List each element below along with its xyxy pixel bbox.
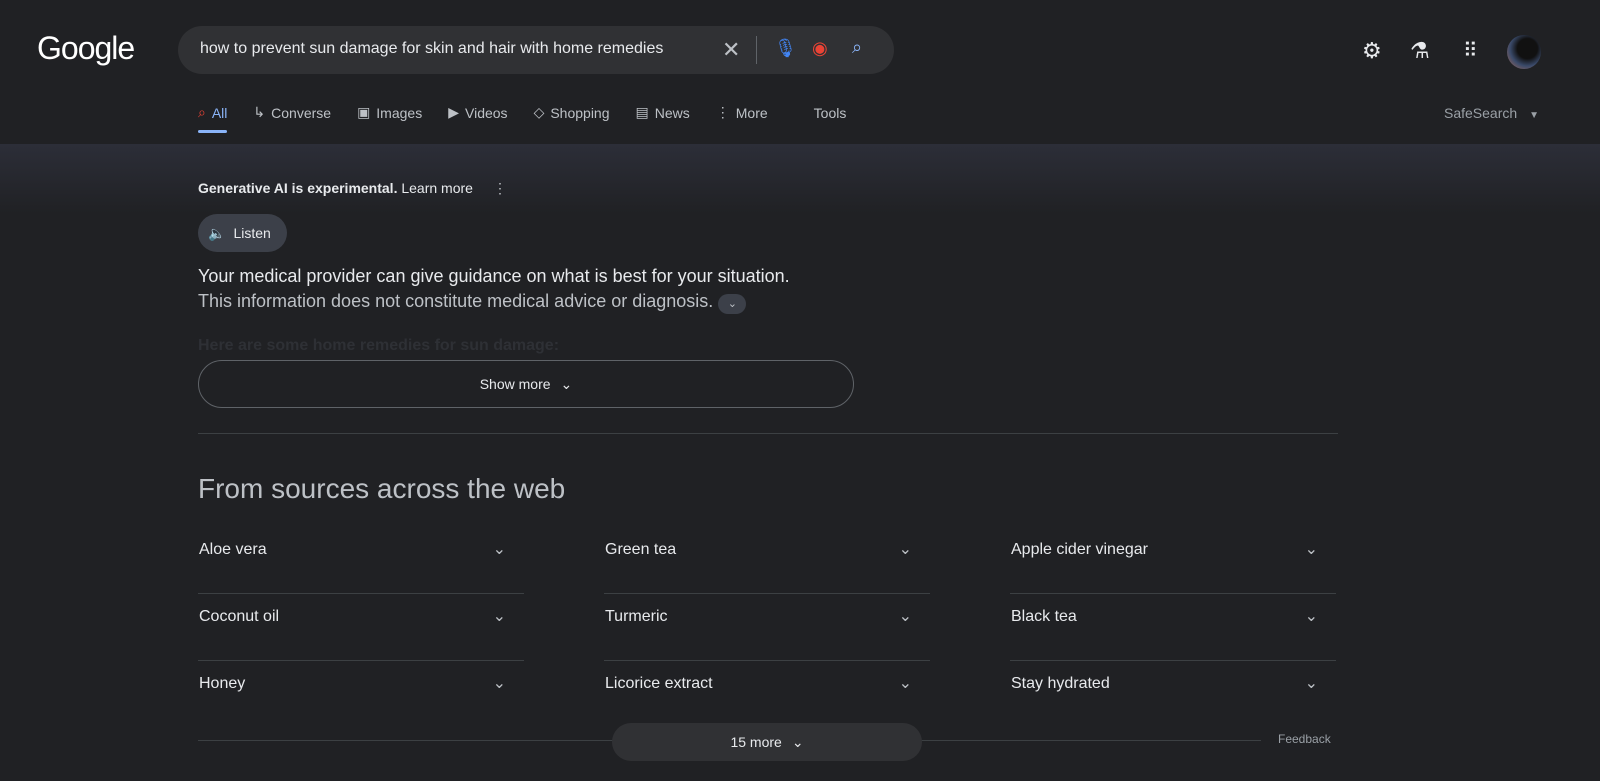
tab-news[interactable]: ▤ News <box>636 104 690 121</box>
chevron-down-icon: ⌄ <box>1304 675 1318 692</box>
source-item[interactable]: Stay hydrated ⌄ <box>1010 661 1336 727</box>
source-item[interactable]: Apple cider vinegar ⌄ <box>1010 527 1336 594</box>
ai-notice: Generative AI is experimental. Learn mor… <box>198 180 507 196</box>
search-icon: ⌕ <box>198 104 206 120</box>
listen-button[interactable]: 🔈 Listen <box>198 214 287 252</box>
ai-overview-background <box>0 144 1600 214</box>
source-item-label: Turmeric <box>605 608 668 625</box>
search-icon[interactable]: ⌕ <box>852 37 862 58</box>
source-item[interactable]: Coconut oil ⌄ <box>198 594 524 661</box>
more-options-icon[interactable]: ⋮ <box>493 180 507 196</box>
microphone-icon[interactable]: 🎙 <box>774 38 797 59</box>
clear-icon[interactable]: ✕ <box>722 37 740 63</box>
chevron-down-icon: ⌄ <box>1304 608 1318 625</box>
more-sources-button[interactable]: 15 more ⌄ <box>612 723 922 761</box>
source-item-label: Black tea <box>1011 608 1077 625</box>
google-logo[interactable]: Google <box>37 30 135 67</box>
search-tabs: ⌕ All ↳ Converse ▣ Images ▶ Videos ◇ Shopping… <box>198 104 872 133</box>
search-input[interactable]: how to prevent sun damage for skin and h… <box>200 40 663 58</box>
dropdown-icon: ▼ <box>1529 110 1539 121</box>
tab-more[interactable]: ⋮ More <box>716 104 768 121</box>
image-icon: ▣ <box>357 104 371 120</box>
dots-icon: ⋮ <box>715 104 730 120</box>
source-item-label: Stay hydrated <box>1011 675 1110 692</box>
source-item-label: Licorice extract <box>605 675 713 692</box>
chevron-down-icon: ⌄ <box>492 675 506 692</box>
source-item[interactable]: Green tea ⌄ <box>604 527 930 594</box>
source-item-label: Coconut oil <box>199 608 280 625</box>
tag-icon: ◇ <box>533 104 545 120</box>
source-item[interactable]: Black tea ⌄ <box>1010 594 1336 661</box>
gear-icon[interactable]: ⚙ <box>1362 38 1382 64</box>
ai-text-line1: Your medical provider can give guidance … <box>198 266 790 286</box>
search-box[interactable]: how to prevent sun damage for skin and h… <box>178 26 894 74</box>
tab-images[interactable]: ▣ Images <box>357 104 422 121</box>
source-item-label: Aloe vera <box>199 541 267 558</box>
chevron-down-icon: ⌄ <box>898 608 912 625</box>
source-item-label: Apple cider vinegar <box>1011 541 1148 558</box>
source-item[interactable]: Licorice extract ⌄ <box>604 661 930 727</box>
source-item[interactable]: Honey ⌄ <box>198 661 524 727</box>
show-more-button[interactable]: Show more ⌄ <box>198 360 854 408</box>
tools-button[interactable]: Tools <box>814 104 847 121</box>
ai-text-line2: This information does not constitute med… <box>198 291 747 314</box>
tab-converse[interactable]: ↳ Converse <box>253 104 331 121</box>
arrow-icon: ↳ <box>253 104 266 120</box>
learn-more-link[interactable]: Learn more <box>401 180 473 196</box>
play-icon: ▶ <box>448 104 459 120</box>
avatar[interactable] <box>1507 35 1541 69</box>
tab-videos[interactable]: ▶ Videos <box>448 104 507 121</box>
lens-icon[interactable]: ◉ <box>812 38 828 59</box>
source-item[interactable]: Aloe vera ⌄ <box>198 527 524 594</box>
apps-grid-icon[interactable]: ⠿ <box>1463 38 1478 63</box>
source-item-label: Honey <box>199 675 246 692</box>
chevron-down-icon: ⌄ <box>492 608 506 625</box>
speaker-icon: 🔈 <box>208 224 226 241</box>
source-item[interactable]: Turmeric ⌄ <box>604 594 930 661</box>
chevron-down-icon: ⌄ <box>898 541 912 558</box>
chevron-down-icon: ⌄ <box>560 375 573 392</box>
chevron-down-icon: ⌄ <box>791 733 804 750</box>
faded-text: Here are some home remedies for sun dama… <box>198 337 560 354</box>
tab-shopping[interactable]: ◇ Shopping <box>534 104 610 121</box>
sources-title: From sources across the web <box>198 473 566 504</box>
chevron-down-icon: ⌄ <box>492 541 506 558</box>
chevron-down-icon: ⌄ <box>1304 541 1318 558</box>
labs-flask-icon[interactable]: ⚗ <box>1410 38 1430 64</box>
news-icon: ▤ <box>635 104 649 120</box>
chevron-down-icon: ⌄ <box>898 675 912 692</box>
divider <box>198 433 1338 434</box>
source-item-label: Green tea <box>605 541 677 558</box>
feedback-link[interactable]: Feedback <box>1278 732 1331 746</box>
divider <box>756 36 757 64</box>
tab-all[interactable]: ⌕ All <box>198 104 228 133</box>
safesearch-button[interactable]: SafeSearch ▼ <box>1444 105 1539 121</box>
expand-disclaimer-button[interactable]: ⌄ <box>718 294 747 314</box>
